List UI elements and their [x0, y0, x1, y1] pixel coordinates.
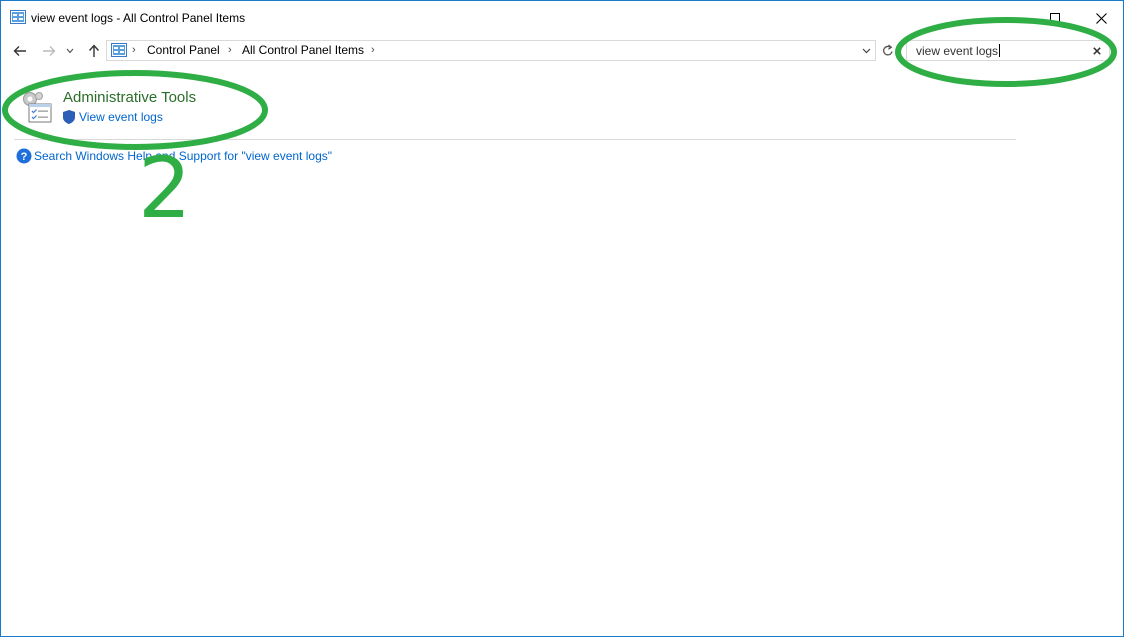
up-button[interactable] — [84, 41, 104, 61]
close-window-button[interactable] — [1078, 4, 1124, 32]
maximize-button[interactable] — [1032, 4, 1078, 32]
help-icon: ? — [16, 148, 32, 164]
breadcrumb-separator-icon[interactable]: › — [371, 44, 375, 56]
refresh-icon — [883, 44, 893, 56]
back-arrow-icon — [13, 46, 26, 56]
address-dropdown-button[interactable] — [859, 44, 873, 58]
close-icon — [1093, 47, 1101, 55]
uac-shield-icon — [63, 110, 75, 124]
title-bar: view event logs - All Control Panel Item… — [0, 0, 1124, 34]
recent-locations-button[interactable] — [63, 41, 77, 61]
breadcrumb-separator-icon[interactable]: › — [132, 44, 136, 56]
refresh-button[interactable] — [877, 40, 899, 61]
forward-button[interactable] — [39, 41, 59, 61]
close-icon — [1095, 12, 1107, 24]
annotation-step-number: 2 — [138, 139, 192, 237]
breadcrumb-all-control-panel-items[interactable]: All Control Panel Items — [242, 43, 364, 57]
clear-search-button[interactable] — [1091, 44, 1103, 58]
maximize-icon — [1050, 13, 1060, 23]
control-panel-icon — [10, 10, 26, 24]
chevron-down-icon — [66, 48, 74, 54]
administrative-tools-icon — [23, 92, 52, 123]
breadcrumb-separator-icon[interactable]: › — [228, 44, 232, 56]
svg-text:?: ? — [21, 151, 28, 163]
breadcrumb-control-panel[interactable]: Control Panel — [147, 43, 220, 57]
text-caret — [999, 44, 1001, 57]
search-input[interactable]: view event logs — [906, 40, 1110, 61]
administrative-tools-link[interactable]: Administrative Tools — [63, 89, 196, 106]
back-button[interactable] — [10, 41, 30, 61]
address-bar[interactable]: › Control Panel › All Control Panel Item… — [106, 40, 876, 61]
window-title: view event logs - All Control Panel Item… — [31, 11, 246, 25]
forward-arrow-icon — [43, 46, 56, 56]
up-arrow-icon — [88, 44, 100, 57]
search-input-value[interactable]: view event logs — [916, 44, 1001, 58]
chevron-down-icon — [862, 48, 870, 54]
control-panel-icon — [111, 43, 127, 57]
view-event-logs-link[interactable]: View event logs — [79, 110, 163, 124]
